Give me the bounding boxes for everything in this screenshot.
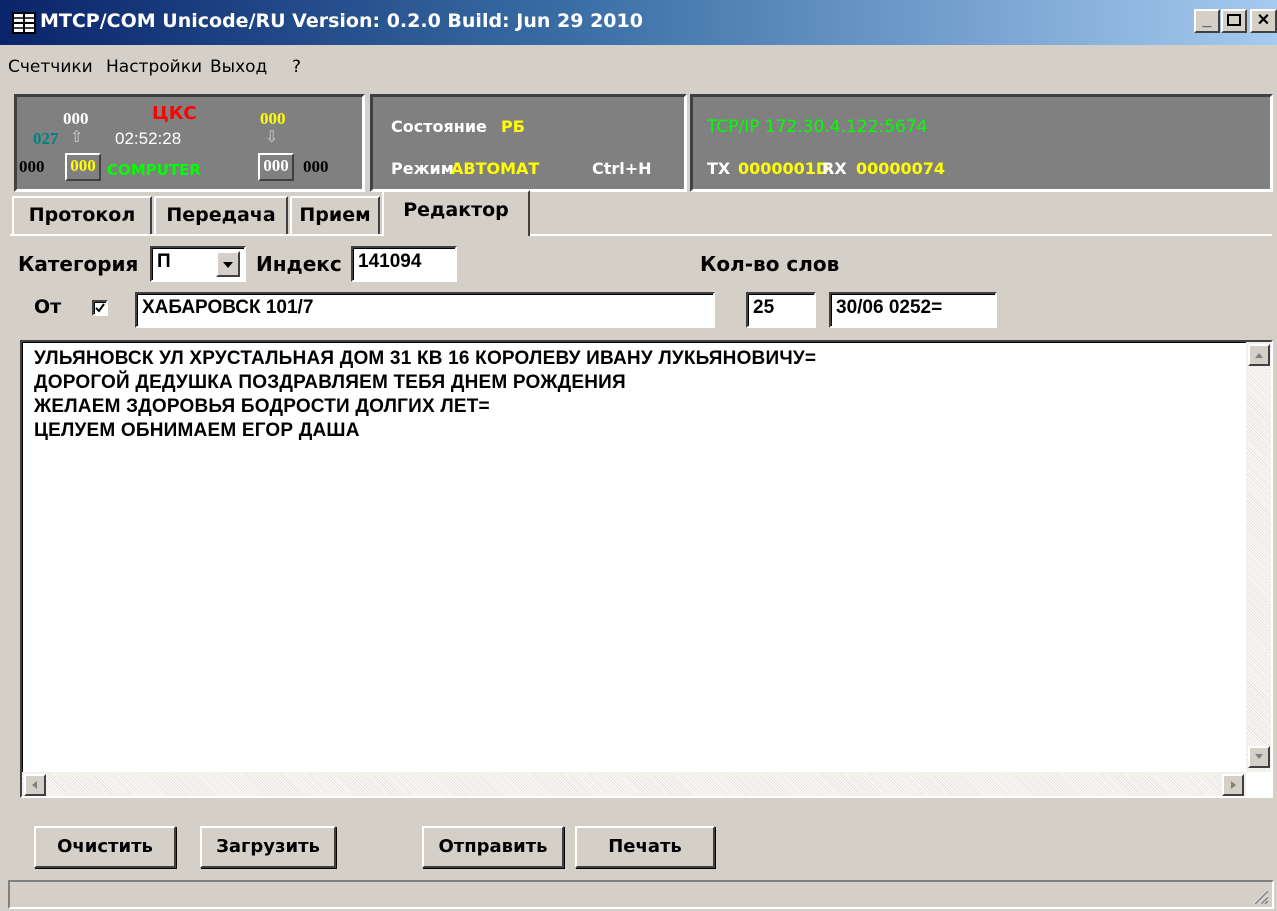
window-title: МТСР/COM Unicode/RU Version: 0.2.0 Build… xyxy=(40,10,643,32)
down-arrow-icon: ⇩ xyxy=(265,129,279,146)
app-icon xyxy=(12,12,36,34)
menu-help[interactable]: ? xyxy=(292,57,301,77)
category-value: П xyxy=(157,251,171,272)
vertical-scrollbar[interactable] xyxy=(1246,342,1271,772)
counter-bottom-right: 000 xyxy=(303,157,329,176)
station-label: ЦКС xyxy=(152,103,197,124)
message-line: ДОРОГОЙ ДЕДУШКА ПОЗДРАВЛЯЕМ ТЕБЯ ДНЕМ РО… xyxy=(34,372,626,393)
message-line: УЛЬЯНОВСК УЛ ХРУСТАЛЬНАЯ ДОМ 31 КВ 16 КО… xyxy=(34,348,817,369)
rx-label: RX xyxy=(822,159,847,178)
counters-panel: 000 ЦКС 000 027 ⇧ 02:52:28 ⇩ 000 000 COM… xyxy=(14,94,365,192)
from-label: От xyxy=(34,296,62,318)
index-label: Индекс xyxy=(256,252,342,276)
print-button[interactable]: Печать xyxy=(575,826,715,868)
category-select[interactable]: П xyxy=(150,246,246,282)
box-left-value: 000 xyxy=(70,156,96,175)
tab-divider xyxy=(10,234,1272,236)
scroll-down-button[interactable] xyxy=(1248,746,1270,768)
box-left: 000 xyxy=(65,153,101,181)
word-count-input[interactable]: 25 xyxy=(746,292,816,328)
menu-counters[interactable]: Счетчики xyxy=(8,57,93,77)
state-value: РБ xyxy=(501,117,525,136)
state-label: Состояние xyxy=(391,117,487,136)
from-checkbox[interactable] xyxy=(92,300,108,316)
arrow-down-icon xyxy=(1255,754,1263,759)
counter-top-left: 000 xyxy=(63,109,89,128)
close-icon: ✕ xyxy=(1256,12,1271,29)
maximize-button[interactable] xyxy=(1221,9,1247,33)
computer-label: COMPUTER xyxy=(107,161,201,179)
minimize-button[interactable]: _ xyxy=(1194,9,1220,33)
counter-bottom-left: 000 xyxy=(19,157,45,176)
tab-editor[interactable]: Редактор xyxy=(382,190,530,236)
scroll-right-button[interactable] xyxy=(1222,774,1244,796)
arrow-up-icon xyxy=(1255,353,1263,358)
box-right-value: 000 xyxy=(263,156,289,175)
mode-value: АВТОМАТ xyxy=(451,159,540,178)
tx-value: 0000001D xyxy=(738,159,830,178)
category-label: Категория xyxy=(18,252,139,276)
date-input[interactable]: 30/06 0252= xyxy=(829,292,997,328)
scroll-up-button[interactable] xyxy=(1248,344,1270,366)
category-dropdown-button[interactable] xyxy=(216,251,240,277)
menu-settings[interactable]: Настройки xyxy=(106,57,202,77)
menu-exit[interactable]: Выход xyxy=(210,57,267,77)
from-input[interactable]: ХАБАРОВСК 101/7 xyxy=(135,292,715,328)
connection-panel: TCP/IP 172.30.4.122:5674 TX 0000001D RX … xyxy=(690,94,1273,192)
hotkey-label: Ctrl+H xyxy=(592,159,652,178)
state-panel: Состояние РБ Режим АВТОМАТ Ctrl+H xyxy=(370,94,687,192)
message-line: ЦЕЛУЕМ ОБНИМАЕМ ЕГОР ДАША xyxy=(34,420,360,441)
counter-cyan: 027 xyxy=(33,129,59,148)
chevron-down-icon xyxy=(223,262,233,268)
send-button[interactable]: Отправить xyxy=(422,826,564,868)
up-arrow-icon: ⇧ xyxy=(70,129,84,146)
word-count-label: Кол-во слов xyxy=(700,252,840,276)
status-bar xyxy=(8,880,1274,909)
tab-receive[interactable]: Прием xyxy=(290,196,380,234)
title-bar[interactable]: МТСР/COM Unicode/RU Version: 0.2.0 Build… xyxy=(0,0,1277,45)
box-right: 000 xyxy=(258,153,294,181)
tx-label: TX xyxy=(707,159,731,178)
close-button[interactable]: ✕ xyxy=(1250,9,1277,33)
maximize-icon xyxy=(1227,14,1241,26)
connection-address: TCP/IP 172.30.4.122:5674 xyxy=(707,117,928,137)
menu-bar: Счетчики Настройки Выход ? xyxy=(0,48,1277,86)
index-input[interactable]: 141094 xyxy=(351,246,457,282)
minimize-icon: _ xyxy=(1202,12,1212,29)
load-button[interactable]: Загрузить xyxy=(200,826,336,868)
scroll-left-button[interactable] xyxy=(24,774,46,796)
clear-button[interactable]: Очистить xyxy=(34,826,176,868)
rx-value: 00000074 xyxy=(856,159,946,178)
clock: 02:52:28 xyxy=(115,129,182,148)
checkmark-icon xyxy=(95,303,105,313)
message-body-textarea[interactable]: УЛЬЯНОВСК УЛ ХРУСТАЛЬНАЯ ДОМ 31 КВ 16 КО… xyxy=(20,340,1273,798)
mode-label: Режим xyxy=(391,159,454,178)
arrow-left-icon xyxy=(32,781,37,789)
tab-transmit[interactable]: Передача xyxy=(154,196,288,234)
message-line: ЖЕЛАЕМ ЗДОРОВЬЯ БОДРОСТИ ДОЛГИХ ЛЕТ= xyxy=(34,396,490,417)
tab-protocol[interactable]: Протокол xyxy=(12,196,152,234)
resize-grip-icon[interactable] xyxy=(1250,886,1270,906)
arrow-right-icon xyxy=(1231,781,1236,789)
counter-top-right: 000 xyxy=(260,109,286,128)
horizontal-scrollbar[interactable] xyxy=(22,772,1246,796)
